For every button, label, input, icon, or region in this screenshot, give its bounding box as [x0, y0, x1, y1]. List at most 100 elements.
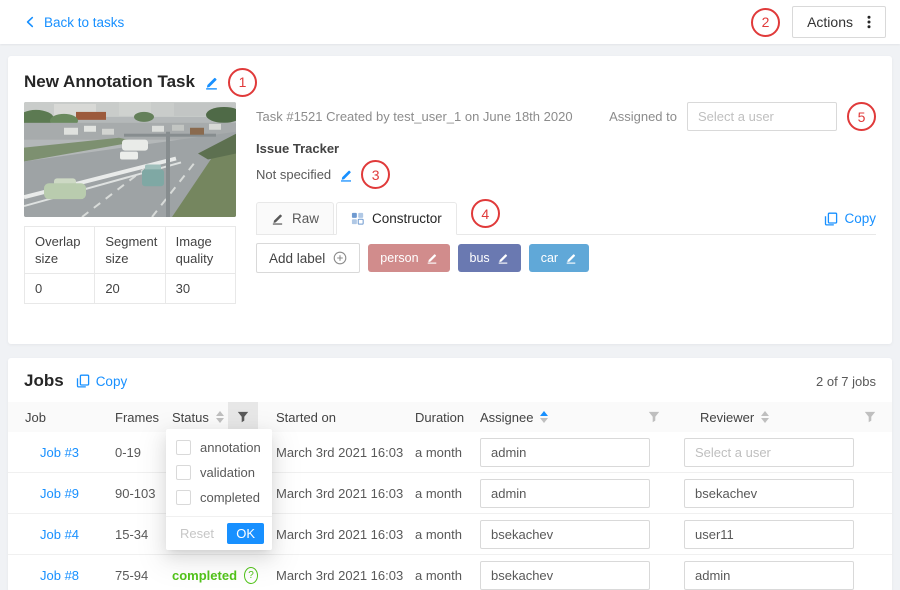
add-label-button-text: Add label	[269, 251, 325, 266]
edit-label-icon[interactable]	[426, 252, 438, 264]
annotation-circle-3: 3	[361, 160, 390, 189]
plus-circle-icon	[333, 251, 347, 265]
column-header-reviewer[interactable]: Reviewer	[678, 410, 892, 425]
issue-tracker-label: Issue Tracker	[256, 141, 876, 156]
checkbox-annotation[interactable]	[176, 440, 191, 455]
copy-jobs-label: Copy	[96, 374, 128, 389]
job-link[interactable]: Job #3	[40, 445, 79, 460]
chevron-left-icon	[24, 16, 36, 28]
job-row: Job #9 90-103 March 3rd 2021 16:03 a mon…	[8, 473, 892, 514]
edit-label-icon[interactable]	[497, 252, 509, 264]
tab-constructor[interactable]: Constructor	[336, 202, 457, 235]
annotation-circle-1: 1	[228, 68, 257, 97]
status-filter-icon[interactable]	[228, 402, 258, 432]
tab-raw[interactable]: Raw	[256, 202, 334, 234]
copy-icon	[76, 374, 90, 388]
label-chip-bus[interactable]: bus	[458, 244, 521, 272]
filter-option-annotation[interactable]: annotation	[166, 435, 272, 460]
parameters-value-row: 0 20 30	[25, 274, 236, 304]
reviewer-select[interactable]	[684, 561, 854, 590]
parameters-header-row: Overlap size Segment size Image quality	[25, 227, 236, 274]
frames-cell: 0-19	[115, 445, 172, 460]
annotation-circle-5: 5	[847, 102, 876, 131]
top-bar: Back to tasks 2 Actions	[0, 0, 900, 44]
actions-button[interactable]: Actions	[792, 6, 886, 38]
reviewer-select[interactable]	[684, 438, 854, 467]
filter-dropdown-footer: Reset OK	[166, 516, 272, 550]
task-title-row: New Annotation Task 1	[24, 68, 876, 96]
copy-labels-label: Copy	[844, 211, 876, 226]
label-chip-car[interactable]: car	[529, 244, 589, 272]
jobs-table-header: Job Frames Status Started on Duration As…	[8, 402, 892, 432]
reviewer-filter-icon[interactable]	[864, 411, 876, 423]
label-chip-person-name: person	[380, 251, 418, 265]
assignee-select[interactable]	[480, 479, 650, 508]
task-details-page: Back to tasks 2 Actions New Annotation T…	[0, 0, 900, 590]
assignee-select[interactable]	[480, 438, 650, 467]
assignee-select[interactable]	[480, 561, 650, 590]
blocks-icon	[351, 212, 364, 225]
frames-cell: 90-103	[115, 486, 172, 501]
edit-issue-tracker-icon[interactable]	[339, 168, 353, 182]
job-link[interactable]: Job #8	[40, 568, 79, 583]
page-title: New Annotation Task	[24, 72, 195, 92]
status-filter-dropdown: annotation validation completed Reset OK	[166, 429, 272, 550]
column-header-status-label: Status	[172, 410, 209, 425]
edit-label-icon[interactable]	[565, 252, 577, 264]
add-label-button[interactable]: Add label	[256, 243, 360, 273]
assigned-to-label: Assigned to	[609, 109, 677, 124]
filter-option-validation[interactable]: validation	[166, 460, 272, 485]
jobs-header: Jobs Copy 2 of 7 jobs	[24, 368, 876, 394]
duration-cell: a month	[404, 445, 468, 460]
status-help-icon[interactable]: ?	[244, 567, 258, 584]
job-link[interactable]: Job #9	[40, 486, 79, 501]
task-meta-text: Task #1521 Created by test_user_1 on Jun…	[256, 109, 573, 124]
sort-icons-status[interactable]	[216, 411, 224, 423]
param-value-overlap: 0	[25, 274, 95, 304]
labels-tabs-bar: Raw Constructor 4 Copy	[256, 199, 876, 235]
reviewer-select[interactable]	[684, 520, 854, 549]
column-header-reviewer-label: Reviewer	[700, 410, 754, 425]
status-completed-label: completed	[172, 568, 237, 583]
reviewer-select[interactable]	[684, 479, 854, 508]
job-row: Job #8 75-94 completed ? March 3rd 2021 …	[8, 555, 892, 590]
filter-ok-button[interactable]: OK	[227, 523, 264, 544]
job-link[interactable]: Job #4	[40, 527, 79, 542]
assignee-select[interactable]	[480, 520, 650, 549]
annotation-circle-4: 4	[471, 199, 500, 228]
filter-option-completed[interactable]: completed	[166, 485, 272, 510]
column-header-status[interactable]: Status	[172, 410, 228, 425]
param-header-quality: Image quality	[165, 227, 235, 274]
sort-icons-assignee[interactable]	[540, 411, 548, 423]
frames-cell: 75-94	[115, 568, 172, 583]
checkbox-completed[interactable]	[176, 490, 191, 505]
filter-option-validation-label: validation	[200, 465, 255, 480]
back-to-tasks-link[interactable]: Back to tasks	[24, 15, 124, 30]
task-body: Overlap size Segment size Image quality …	[24, 102, 876, 304]
traffic-scene-illustration	[24, 102, 236, 217]
duration-cell: a month	[404, 486, 468, 501]
label-chip-person[interactable]: person	[368, 244, 449, 272]
label-constructor-pane: Add label person bus car	[256, 235, 876, 273]
job-row: Job #4 15-34 March 3rd 2021 16:03 a mont…	[8, 514, 892, 555]
pencil-icon	[271, 212, 284, 225]
column-header-assignee[interactable]: Assignee	[468, 410, 678, 425]
copy-jobs-link[interactable]: Copy	[76, 374, 128, 389]
assignee-filter-icon[interactable]	[648, 411, 660, 423]
copy-labels-link[interactable]: Copy	[824, 211, 876, 226]
checkbox-validation[interactable]	[176, 465, 191, 480]
job-row: Job #3 0-19 March 3rd 2021 16:03 a month	[8, 432, 892, 473]
assigned-to-group: Assigned to 5	[609, 102, 876, 131]
assigned-to-select[interactable]	[687, 102, 837, 131]
duration-cell: a month	[404, 568, 468, 583]
sort-icons-reviewer[interactable]	[761, 411, 769, 423]
task-card: New Annotation Task 1	[8, 56, 892, 344]
top-bar-right: 2 Actions	[751, 6, 886, 38]
started-cell: March 3rd 2021 16:03	[258, 486, 404, 501]
filter-reset-button[interactable]: Reset	[174, 525, 220, 542]
edit-task-name-icon[interactable]	[204, 75, 219, 90]
started-cell: March 3rd 2021 16:03	[258, 568, 404, 583]
label-chip-car-name: car	[541, 251, 558, 265]
param-header-overlap: Overlap size	[25, 227, 95, 274]
tab-constructor-label: Constructor	[372, 211, 442, 226]
